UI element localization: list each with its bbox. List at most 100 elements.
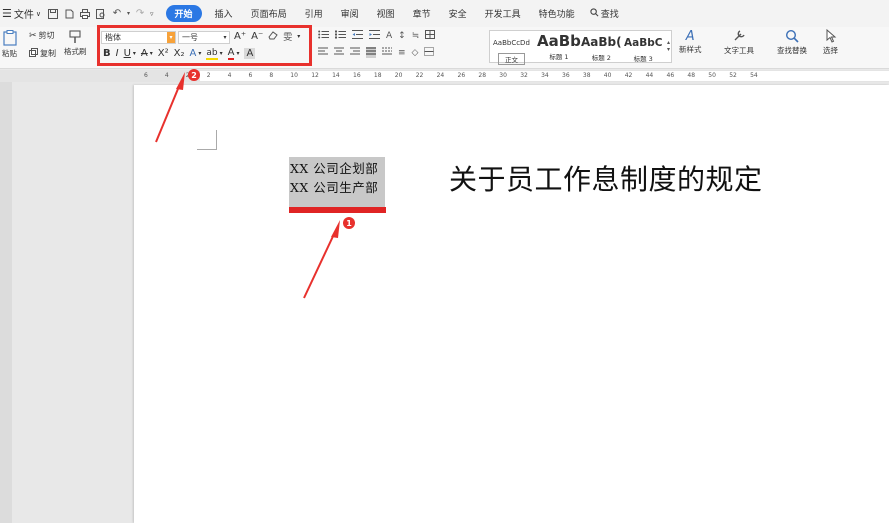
text-tools-label: 文字工具: [724, 46, 754, 55]
undo-icon[interactable]: ↶: [111, 8, 123, 20]
find-replace-label: 查找替换: [777, 46, 807, 55]
ruler-number: 16: [353, 72, 361, 79]
style-heading-1-label: 标题 1: [549, 53, 569, 61]
align-right-icon[interactable]: [350, 47, 360, 58]
ruler-number: 46: [666, 72, 675, 79]
new-style-icon: A: [685, 29, 695, 44]
print-icon[interactable]: [79, 8, 91, 20]
sort-icon[interactable]: ↕: [398, 31, 406, 41]
horizontal-ruler[interactable]: 6422468101214161820222426283032343638404…: [0, 70, 889, 82]
ruler-numbers: 6422468101214161820222426283032343638404…: [0, 70, 889, 82]
selected-dept-text[interactable]: XX 公司企划部 XX 公司生产部: [289, 157, 385, 207]
align-left-icon[interactable]: [318, 47, 328, 58]
new-style-button[interactable]: A 新样式: [679, 29, 702, 55]
ruler-number: 8: [269, 72, 274, 79]
new-style-label: 新样式: [679, 45, 702, 54]
customize-toolbar-icon[interactable]: ▿: [150, 10, 154, 18]
format-painter-label: 格式刷: [64, 47, 87, 56]
search-command[interactable]: 查找: [590, 7, 619, 20]
ruler-number: 28: [478, 72, 487, 79]
style-normal[interactable]: AaBbCcDd 正文: [493, 35, 530, 65]
select-button[interactable]: 选择: [823, 28, 838, 56]
tab-page-layout[interactable]: 页面布局: [242, 7, 296, 20]
style-heading-3-label: 标题 3: [633, 55, 653, 63]
styles-gallery: AaBbCcDd 正文 AaBb 标题 1 AaBb( 标题 2 AaBbC 标…: [489, 30, 672, 65]
ruler-number: 54: [750, 72, 758, 79]
copy-button[interactable]: 复制: [29, 48, 56, 59]
ruler-number: 4: [164, 72, 169, 79]
file-menu-label: 文件: [13, 10, 34, 21]
left-rail: [0, 82, 12, 523]
tab-insert[interactable]: 插入: [206, 7, 242, 20]
distributed-align-icon[interactable]: [382, 47, 392, 58]
show-marks-icon[interactable]: ≒: [412, 31, 420, 41]
text-tools-button[interactable]: 文字工具: [724, 29, 754, 56]
search-label: 查找: [600, 10, 619, 20]
dept-red-underline: [289, 207, 386, 213]
tab-references[interactable]: 引用: [296, 7, 332, 20]
tab-section[interactable]: 章节: [404, 7, 440, 20]
dept-line-2: XX 公司生产部: [290, 180, 379, 195]
margin-corner-mark: [197, 130, 217, 150]
tab-developer[interactable]: 开发工具: [476, 7, 530, 20]
decrease-indent-icon[interactable]: [352, 30, 363, 41]
shading-icon[interactable]: ◇: [412, 48, 419, 58]
align-center-icon[interactable]: [334, 47, 344, 58]
ruler-number: 10: [290, 72, 298, 79]
file-menu[interactable]: ☰ 文件 ∨: [2, 6, 41, 21]
scissors-icon: ✂: [29, 30, 37, 41]
document-page[interactable]: [134, 85, 889, 523]
ruler-number: 40: [603, 72, 612, 79]
ruler-number: 32: [520, 72, 528, 79]
paragraph-tools-row-2: ≡ ◇: [318, 47, 435, 58]
hamburger-icon: ☰: [2, 7, 12, 20]
justify-icon[interactable]: [366, 47, 376, 58]
print-preview-icon[interactable]: [95, 8, 107, 20]
undo-dropdown-icon[interactable]: ▾: [127, 10, 130, 17]
tab-review[interactable]: 审阅: [332, 7, 368, 20]
ruler-number: 20: [394, 72, 403, 79]
tab-special-features[interactable]: 特色功能: [530, 7, 584, 20]
annotation-badge-1: 1: [343, 217, 355, 229]
cut-button[interactable]: ✂ 剪切: [29, 30, 55, 41]
ruler-number: 6: [144, 72, 148, 79]
tab-security[interactable]: 安全: [440, 7, 476, 20]
table-icon[interactable]: [425, 30, 436, 41]
paste-button[interactable]: 粘贴: [2, 30, 17, 59]
bullet-list-icon[interactable]: [318, 30, 329, 41]
menu-bar: ☰ 文件 ∨ ↶ ▾ ↷ ▿ 开始 插入 页面布局 引用 审阅 视图 章节 安全…: [0, 0, 889, 27]
cut-label: 剪切: [38, 31, 55, 40]
wrench-icon: [732, 29, 746, 45]
tab-view[interactable]: 视图: [368, 7, 404, 20]
annotation-badge-2: 2: [188, 69, 200, 81]
ruler-number: 48: [687, 72, 696, 79]
find-replace-button[interactable]: 查找替换: [777, 29, 807, 56]
line-spacing-icon[interactable]: ≡: [398, 48, 406, 58]
ruler-number: 2: [206, 72, 211, 79]
redo-icon[interactable]: ↷: [134, 8, 146, 20]
save-icon[interactable]: [47, 8, 59, 20]
style-heading-2[interactable]: AaBb( 标题 2: [581, 34, 622, 62]
ruler-number: 50: [708, 72, 716, 79]
cursor-arrow-icon: [825, 28, 837, 45]
tab-home[interactable]: 开始: [165, 5, 202, 22]
ruler-number: 6: [248, 72, 253, 79]
numbered-list-icon[interactable]: [335, 30, 346, 41]
styles-more-icon[interactable]: ▴ ▾: [667, 39, 670, 53]
ruler-number: 26: [457, 72, 466, 79]
dept-line-1: XX 公司企划部: [290, 161, 379, 176]
style-heading-1-preview: AaBb: [537, 32, 581, 50]
font-group-highlight: [97, 25, 312, 66]
style-heading-3[interactable]: AaBbC 标题 3: [624, 35, 662, 63]
borders-icon[interactable]: [424, 47, 435, 58]
ruler-number: 42: [624, 72, 633, 79]
format-painter-button[interactable]: 格式刷: [64, 30, 87, 57]
style-heading-1[interactable]: AaBb 标题 1: [537, 33, 581, 61]
ruler-number: 12: [311, 72, 319, 79]
chinese-layout-icon[interactable]: A: [386, 31, 392, 41]
increase-indent-icon[interactable]: [369, 30, 380, 41]
ruler-number: 24: [436, 72, 445, 79]
paragraph-tools-row-1: A ↕ ≒: [318, 30, 436, 41]
export-pdf-icon[interactable]: [63, 8, 75, 20]
quick-access-toolbar: ↶ ▾ ↷ ▿: [47, 8, 154, 20]
